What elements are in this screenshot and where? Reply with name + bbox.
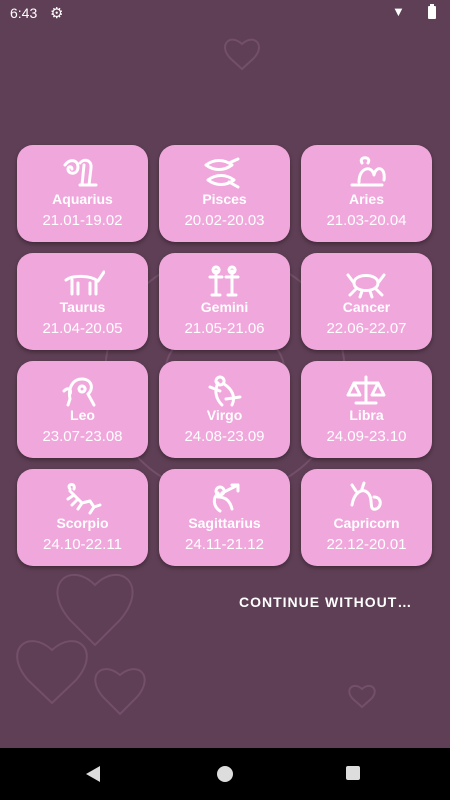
- capricorn-icon: [344, 479, 389, 515]
- virgo-icon: [202, 371, 247, 407]
- taurus-icon: [60, 263, 106, 299]
- scorpio-icon: [60, 479, 105, 515]
- sign-dates: 21.03-20.04: [326, 212, 407, 229]
- sign-name: Virgo: [206, 407, 243, 423]
- zodiac-card-taurus[interactable]: Taurus 21.04-20.05: [17, 253, 148, 350]
- aquarius-icon: [60, 155, 105, 191]
- libra-icon: [344, 371, 389, 407]
- zodiac-card-aquarius[interactable]: Aquarius 21.01-19.02: [17, 145, 148, 242]
- sign-dates: 20.02-20.03: [184, 212, 265, 229]
- sign-dates: 22.06-22.07: [326, 320, 407, 337]
- sagittarius-icon: [202, 479, 247, 515]
- sign-name: Taurus: [59, 299, 106, 315]
- zodiac-card-sagittarius[interactable]: Sagittarius 24.11-21.12: [159, 469, 290, 566]
- zodiac-card-aries[interactable]: Aries 21.03-20.04: [301, 145, 432, 242]
- aries-icon: [344, 155, 389, 191]
- back-icon[interactable]: [86, 766, 100, 782]
- sign-name: Scorpio: [56, 515, 109, 531]
- navigation-bar: [0, 748, 450, 800]
- sign-name: Sagittarius: [188, 515, 261, 531]
- zodiac-grid: Aquarius 21.01-19.02 Pisces 20.02-20.03 Arie…: [17, 145, 433, 567]
- zodiac-card-libra[interactable]: Libra 24.09-23.10: [301, 361, 432, 458]
- sign-dates: 21.01-19.02: [42, 212, 123, 229]
- sign-dates: 21.04-20.05: [42, 320, 123, 337]
- zodiac-card-cancer[interactable]: Cancer 22.06-22.07: [301, 253, 432, 350]
- zodiac-card-virgo[interactable]: Virgo 24.08-23.09: [159, 361, 290, 458]
- continue-without-button[interactable]: CONTINUE WITHOUT…: [239, 594, 412, 610]
- sign-dates: 24.11-21.12: [185, 536, 264, 553]
- home-icon[interactable]: [217, 766, 233, 782]
- sign-name: Libra: [349, 407, 384, 423]
- leo-icon: [60, 371, 105, 407]
- zodiac-card-pisces[interactable]: Pisces 20.02-20.03: [159, 145, 290, 242]
- sign-name: Cancer: [342, 299, 391, 315]
- sign-dates: 22.12-20.01: [326, 536, 407, 553]
- zodiac-card-capricorn[interactable]: Capricorn 22.12-20.01: [301, 469, 432, 566]
- pisces-icon: [202, 155, 247, 191]
- sign-name: Gemini: [200, 299, 249, 315]
- sign-dates: 24.08-23.09: [184, 428, 265, 445]
- gemini-icon: [202, 263, 247, 299]
- sign-name: Aquarius: [52, 191, 113, 207]
- zodiac-card-scorpio[interactable]: Scorpio 24.10-22.11: [17, 469, 148, 566]
- sign-dates: 23.07-23.08: [42, 428, 123, 445]
- zodiac-card-leo[interactable]: Leo 23.07-23.08: [17, 361, 148, 458]
- sign-dates: 21.05-21.06: [184, 320, 265, 337]
- cancer-icon: [344, 263, 389, 299]
- sign-name: Pisces: [202, 191, 247, 207]
- recent-apps-icon[interactable]: [346, 766, 360, 780]
- sign-dates: 24.10-22.11: [43, 536, 122, 553]
- sign-name: Capricorn: [333, 515, 400, 531]
- zodiac-card-gemini[interactable]: Gemini 21.05-21.06: [159, 253, 290, 350]
- sign-dates: 24.09-23.10: [326, 428, 407, 445]
- sign-name: Aries: [348, 191, 385, 207]
- sign-name: Leo: [70, 407, 95, 423]
